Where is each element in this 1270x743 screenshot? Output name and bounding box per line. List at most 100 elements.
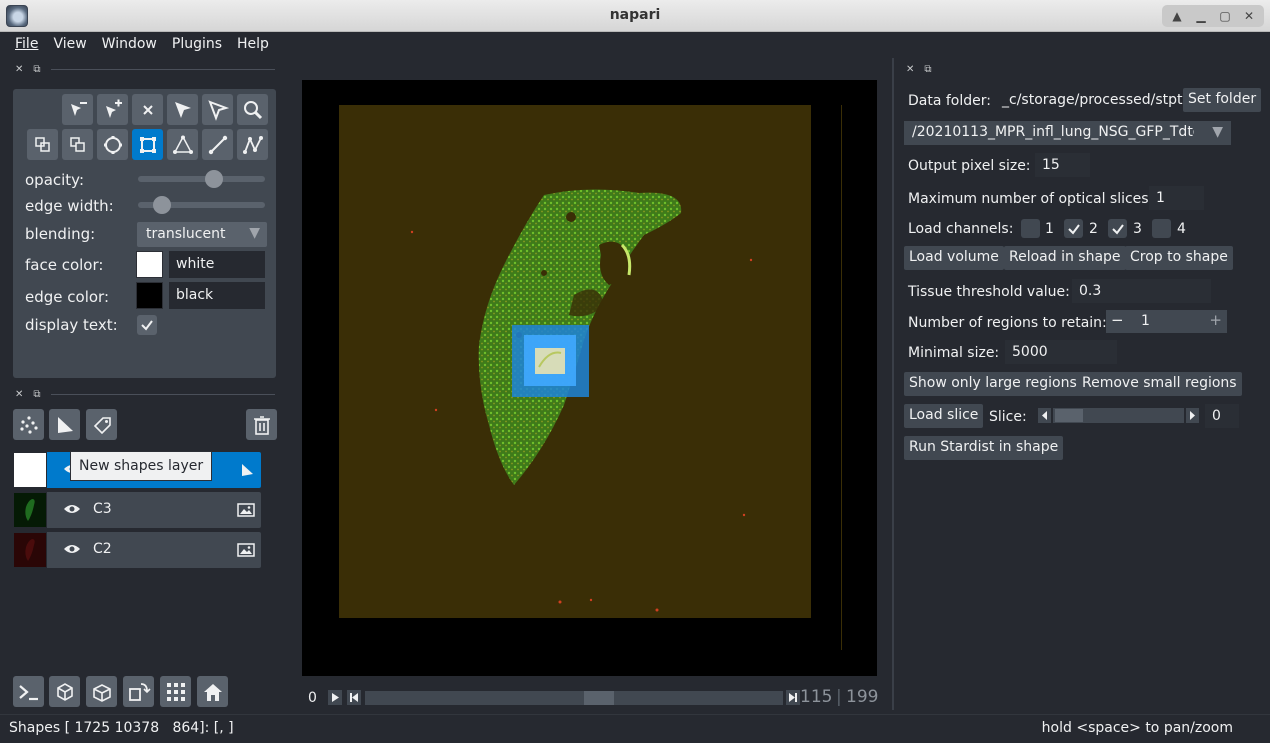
layer-row-c3[interactable]: C3 bbox=[13, 492, 261, 528]
face-color-field[interactable]: white bbox=[169, 251, 265, 278]
reset-view-button[interactable] bbox=[197, 676, 228, 707]
dock-close-icon[interactable]: ✕ bbox=[906, 64, 914, 75]
edge-color-label: edge color: bbox=[25, 288, 109, 306]
chevron-down-icon: ▼ bbox=[1212, 124, 1223, 140]
load-volume-button[interactable]: Load volume bbox=[904, 246, 1004, 270]
dock-float-icon[interactable]: ⧉ bbox=[924, 64, 931, 75]
minimize-icon[interactable]: ▁ bbox=[1189, 6, 1213, 26]
dims-slider-bar: 0 115 | 199 bbox=[302, 686, 878, 710]
add-rectangle-tool[interactable] bbox=[132, 129, 163, 160]
dock-float-icon[interactable]: ⧉ bbox=[33, 64, 40, 75]
edge-width-label: edge width: bbox=[25, 197, 114, 215]
dock-close-icon[interactable]: ✕ bbox=[15, 64, 23, 75]
run-stardist-button[interactable]: Run Stardist in shape bbox=[904, 436, 1064, 460]
dims-current-frame[interactable]: 115 bbox=[800, 687, 832, 707]
delete-shape-tool[interactable] bbox=[132, 94, 163, 125]
edge-width-slider[interactable] bbox=[138, 196, 265, 214]
output-pixel-size-input[interactable]: 15 bbox=[1035, 153, 1090, 177]
tissue-threshold-input[interactable]: 0.3 bbox=[1072, 279, 1211, 303]
dims-start-label: 0 bbox=[308, 690, 317, 706]
move-front-tool[interactable] bbox=[62, 129, 93, 160]
points-icon bbox=[19, 415, 38, 434]
edge-color-field[interactable]: black bbox=[169, 282, 265, 309]
max-optical-slices-input[interactable]: 1 bbox=[1149, 186, 1204, 210]
grid-view-button[interactable] bbox=[160, 676, 191, 707]
layer-thumbnail bbox=[13, 532, 47, 568]
dock-splitter[interactable] bbox=[892, 58, 894, 710]
slice-decrement-button[interactable] bbox=[1038, 408, 1051, 423]
new-shapes-layer-button[interactable] bbox=[49, 409, 80, 440]
new-points-layer-button[interactable] bbox=[13, 409, 44, 440]
blending-select[interactable]: translucent ▼ bbox=[137, 222, 267, 247]
opacity-slider[interactable] bbox=[138, 170, 265, 188]
delete-layer-button[interactable] bbox=[246, 409, 277, 440]
roll-dims-button[interactable] bbox=[86, 676, 117, 707]
menu-file[interactable]: File bbox=[15, 36, 38, 52]
decrement-button[interactable]: − bbox=[1111, 311, 1124, 329]
select-arrow-icon bbox=[174, 101, 191, 118]
channel-3-checkbox[interactable] bbox=[1108, 219, 1127, 238]
ndisplay-button[interactable] bbox=[49, 676, 80, 707]
close-window-icon[interactable]: ✕ bbox=[1237, 6, 1261, 26]
visibility-eye-icon[interactable] bbox=[63, 502, 81, 520]
add-path-tool[interactable] bbox=[237, 129, 268, 160]
show-large-regions-button[interactable]: Show only large regions bbox=[904, 372, 1082, 396]
channel-2-checkbox[interactable] bbox=[1064, 219, 1083, 238]
display-text-checkbox[interactable] bbox=[137, 315, 157, 335]
select-shape-tool[interactable] bbox=[167, 94, 198, 125]
menu-plugins[interactable]: Plugins bbox=[172, 36, 222, 52]
slice-slider[interactable] bbox=[1053, 408, 1184, 423]
dock-float-icon[interactable]: ⧉ bbox=[33, 389, 40, 400]
channel-4-checkbox[interactable] bbox=[1152, 219, 1171, 238]
add-line-tool[interactable] bbox=[202, 129, 233, 160]
zoom-tool[interactable] bbox=[237, 94, 268, 125]
slice-slider-handle[interactable] bbox=[1055, 409, 1083, 422]
slice-increment-button[interactable] bbox=[1186, 408, 1199, 423]
image-type-icon bbox=[237, 542, 255, 562]
channel-1-label: 1 bbox=[1045, 221, 1054, 237]
remove-vertex-tool[interactable] bbox=[62, 94, 93, 125]
direct-select-tool[interactable] bbox=[202, 94, 233, 125]
menu-view[interactable]: View bbox=[53, 36, 86, 52]
add-ellipse-tool[interactable] bbox=[97, 129, 128, 160]
step-forward-button[interactable] bbox=[786, 690, 800, 705]
channel-1-checkbox[interactable] bbox=[1021, 219, 1040, 238]
set-folder-button[interactable]: Set folder bbox=[1183, 88, 1262, 112]
opacity-slider-knob[interactable] bbox=[205, 170, 224, 188]
transpose-dims-button[interactable] bbox=[123, 676, 154, 707]
menu-window[interactable]: Window bbox=[102, 36, 157, 52]
face-color-swatch[interactable] bbox=[136, 251, 163, 278]
crop-to-shape-button[interactable]: Crop to shape bbox=[1125, 246, 1233, 270]
move-back-tool[interactable] bbox=[27, 129, 58, 160]
add-polygon-tool[interactable] bbox=[167, 129, 198, 160]
slice-value-input[interactable]: 0 bbox=[1205, 404, 1239, 428]
minimal-size-input[interactable]: 5000 bbox=[1005, 340, 1117, 364]
load-slice-button[interactable]: Load slice bbox=[904, 404, 984, 428]
edge-width-slider-knob[interactable] bbox=[152, 196, 171, 214]
maximize-icon[interactable]: ▢ bbox=[1213, 6, 1237, 26]
edge-color-swatch[interactable] bbox=[136, 282, 163, 309]
viewer-canvas[interactable] bbox=[302, 80, 877, 676]
dims-slider-track[interactable] bbox=[365, 691, 783, 705]
visibility-eye-icon[interactable] bbox=[63, 542, 81, 560]
grid-icon bbox=[166, 682, 185, 701]
dims-slider-handle[interactable] bbox=[584, 691, 615, 705]
add-vertex-tool[interactable] bbox=[97, 94, 128, 125]
move-front-icon bbox=[69, 136, 85, 152]
step-back-button[interactable] bbox=[347, 690, 361, 705]
keep-above-icon[interactable]: ▲ bbox=[1165, 6, 1189, 26]
layer-row-c2[interactable]: C2 bbox=[13, 532, 261, 568]
data-folder-input[interactable]: _c/storage/processed/stpt bbox=[996, 89, 1183, 113]
new-labels-layer-button[interactable] bbox=[86, 409, 117, 440]
menu-help[interactable]: Help bbox=[237, 36, 269, 52]
increment-button[interactable]: + bbox=[1209, 311, 1222, 329]
play-button[interactable] bbox=[328, 690, 342, 705]
reload-in-shape-button[interactable]: Reload in shape bbox=[1004, 246, 1126, 270]
layer-name: C3 bbox=[93, 501, 112, 517]
remove-small-regions-button[interactable]: Remove small regions bbox=[1077, 372, 1242, 396]
window-title: napari bbox=[609, 7, 661, 23]
dataset-select[interactable]: /20210113_MPR_infl_lung_NSG_GFP_Tdtom ▼ bbox=[904, 121, 1231, 145]
console-button[interactable] bbox=[13, 676, 44, 707]
dock-close-icon[interactable]: ✕ bbox=[15, 389, 23, 400]
regions-retain-spinbox[interactable]: − 1 + bbox=[1106, 310, 1227, 333]
